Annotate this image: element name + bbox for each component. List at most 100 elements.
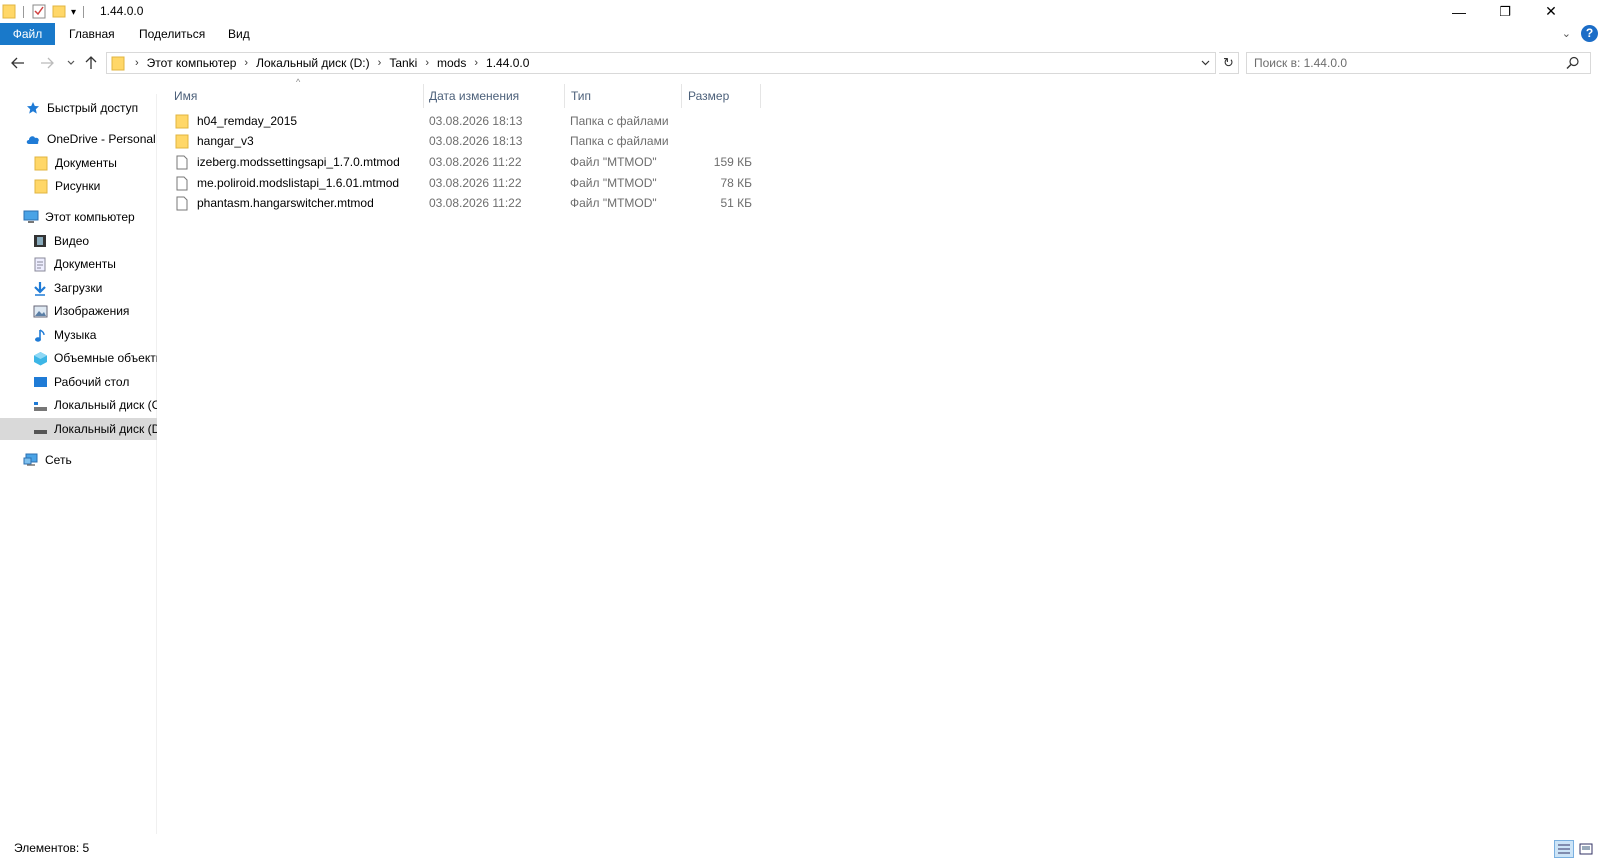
table-row[interactable]: me.poliroid.modslistapi_1.6.01.mtmod 03.… <box>170 173 770 194</box>
tab-share[interactable]: Поделиться <box>125 23 219 45</box>
large-icons-view-button[interactable] <box>1576 840 1596 858</box>
sidebar-item-drive-c[interactable]: Локальный диск (C:) <box>0 394 157 416</box>
file-date: 03.08.2026 11:22 <box>429 176 522 190</box>
properties-icon[interactable] <box>31 3 47 22</box>
chevron-down-icon <box>67 60 75 65</box>
up-button[interactable] <box>81 53 101 73</box>
sidebar-item-this-pc[interactable]: Этот компьютер <box>0 206 157 228</box>
music-icon <box>32 327 48 343</box>
search-icon[interactable] <box>1566 56 1580 70</box>
sidebar-item-drive-d[interactable]: Локальный диск (D:) <box>0 418 157 440</box>
tab-home[interactable]: Главная <box>55 23 129 45</box>
sidebar-item-onedrive-pictures[interactable]: Рисунки <box>0 175 157 197</box>
sidebar-item-onedrive[interactable]: OneDrive - Personal <box>0 128 157 150</box>
sidebar-item-pictures[interactable]: Изображения <box>0 300 157 322</box>
breadcrumb-current[interactable]: 1.44.0.0 <box>482 56 533 70</box>
table-row[interactable]: h04_remday_2015 03.08.2026 18:13 Папка с… <box>170 111 770 132</box>
file-type: Папка с файлами <box>570 114 669 128</box>
breadcrumb-separator[interactable]: › <box>470 57 482 69</box>
sidebar-item-label: Локальный диск (C:) <box>54 398 157 412</box>
file-name-cell[interactable]: me.poliroid.modslistapi_1.6.01.mtmod <box>174 173 399 194</box>
breadcrumb-this-pc[interactable]: Этот компьютер <box>143 56 241 70</box>
minimize-button[interactable]: — <box>1436 0 1482 23</box>
sidebar-item-label: Объемные объекты <box>54 351 157 365</box>
column-header-date[interactable]: Дата изменения <box>423 84 565 108</box>
file-name-cell[interactable]: izeberg.modssettingsapi_1.7.0.mtmod <box>174 152 400 173</box>
navigation-pane: Быстрый доступ OneDrive - Personal Докум… <box>0 94 157 834</box>
file-date: 03.08.2026 11:22 <box>429 155 522 169</box>
details-view-button[interactable] <box>1554 840 1574 858</box>
column-header-type[interactable]: Тип <box>565 84 682 108</box>
drive-d-icon <box>32 421 48 437</box>
table-row[interactable]: hangar_v3 03.08.2026 18:13 Папка с файла… <box>170 131 770 152</box>
restore-button[interactable]: ❐ <box>1482 0 1528 23</box>
recent-locations-button[interactable] <box>61 53 81 73</box>
address-bar[interactable]: › Этот компьютер › Локальный диск (D:) ›… <box>106 52 1216 74</box>
cloud-icon <box>25 131 41 147</box>
file-icon <box>174 155 190 171</box>
file-icon <box>174 176 190 192</box>
breadcrumb-separator[interactable]: › <box>131 57 143 69</box>
folder-icon <box>33 178 49 194</box>
tab-file[interactable]: Файл <box>0 23 55 45</box>
sidebar-item-downloads[interactable]: Загрузки <box>0 277 157 299</box>
sidebar-item-quick-access[interactable]: Быстрый доступ <box>0 97 157 119</box>
new-folder-icon[interactable] <box>51 3 67 22</box>
sidebar-item-label: Сеть <box>45 453 72 467</box>
file-size <box>682 131 752 152</box>
refresh-icon: ↻ <box>1223 55 1234 70</box>
table-row[interactable]: izeberg.modssettingsapi_1.7.0.mtmod 03.0… <box>170 152 770 173</box>
quick-access-toolbar: ▾ <box>2 3 87 21</box>
file-date: 03.08.2026 18:13 <box>429 114 523 128</box>
arrow-up-icon <box>85 56 97 69</box>
breadcrumb-separator[interactable]: › <box>421 57 433 69</box>
file-type: Файл "MTMOD" <box>570 176 657 190</box>
sidebar-item-3d-objects[interactable]: Объемные объекты <box>0 347 157 369</box>
file-name-cell[interactable]: h04_remday_2015 <box>174 111 297 132</box>
folder-icon <box>174 134 190 150</box>
breadcrumb-drive-d[interactable]: Локальный диск (D:) <box>252 56 374 70</box>
sidebar-item-label: Рабочий стол <box>54 375 130 389</box>
tab-view[interactable]: Вид <box>214 23 264 45</box>
video-icon <box>32 233 48 249</box>
sidebar-item-label: Изображения <box>54 304 130 318</box>
back-button[interactable] <box>8 53 28 73</box>
toolbar-divider <box>23 6 24 18</box>
table-row[interactable]: phantasm.hangarswitcher.mtmod 03.08.2026… <box>170 193 770 214</box>
search-input[interactable] <box>1246 52 1591 74</box>
sidebar-item-label: Быстрый доступ <box>47 101 139 115</box>
file-size: 51 КБ <box>720 196 752 210</box>
file-size <box>682 111 752 132</box>
sidebar-item-desktop[interactable]: Рабочий стол <box>0 371 157 393</box>
close-button[interactable]: ✕ <box>1528 0 1574 23</box>
sidebar-item-videos[interactable]: Видео <box>0 230 157 252</box>
file-icon <box>174 196 190 212</box>
chevron-down-icon <box>1201 60 1209 66</box>
forward-button[interactable] <box>37 53 57 73</box>
file-name: h04_remday_2015 <box>197 114 298 128</box>
file-name: izeberg.modssettingsapi_1.7.0.mtmod <box>197 155 400 169</box>
folder-icon <box>2 3 16 22</box>
help-icon[interactable]: ? <box>1581 25 1598 42</box>
column-header-name[interactable]: Имя <box>168 84 424 108</box>
sidebar-item-onedrive-documents[interactable]: Документы <box>0 152 157 174</box>
customize-toolbar-icon[interactable]: ▾ <box>71 7 76 18</box>
file-name-cell[interactable]: hangar_v3 <box>174 131 254 152</box>
breadcrumb-tanki[interactable]: Tanki <box>385 56 421 70</box>
pictures-icon <box>32 303 48 319</box>
address-dropdown-button[interactable] <box>1195 53 1215 73</box>
expand-ribbon-icon[interactable]: ⌄ <box>1562 27 1571 40</box>
file-type: Папка с файлами <box>570 134 669 148</box>
file-name-cell[interactable]: phantasm.hangarswitcher.mtmod <box>174 193 374 214</box>
file-name: phantasm.hangarswitcher.mtmod <box>197 196 374 210</box>
breadcrumb-separator[interactable]: › <box>374 57 386 69</box>
folder-icon <box>174 114 190 130</box>
sidebar-item-documents[interactable]: Документы <box>0 253 157 275</box>
refresh-button[interactable]: ↻ <box>1219 52 1239 74</box>
sidebar-item-music[interactable]: Музыка <box>0 324 157 346</box>
column-header-size[interactable]: Размер <box>682 84 761 108</box>
file-date: 03.08.2026 18:13 <box>429 134 523 148</box>
breadcrumb-separator[interactable]: › <box>240 57 252 69</box>
sidebar-item-network[interactable]: Сеть <box>0 449 157 471</box>
breadcrumb-mods[interactable]: mods <box>433 56 470 70</box>
